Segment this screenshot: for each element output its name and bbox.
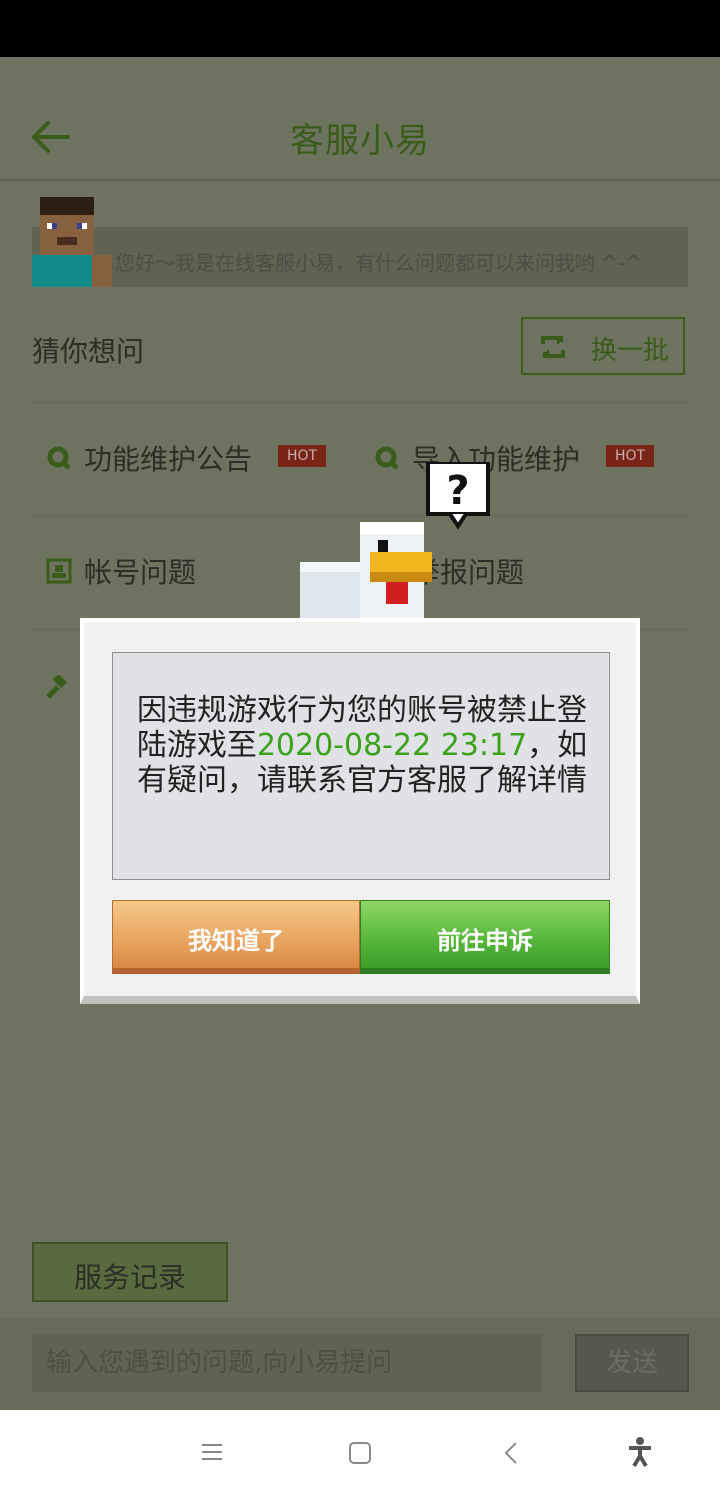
ban-dialog: 因违规游戏行为您的账号被禁止登陆游戏至2020-08-22 23:17，如有疑问…: [80, 618, 640, 1004]
service-record-label: 服务记录: [73, 1261, 186, 1294]
refresh-icon: [541, 335, 565, 359]
input-bar: 发送: [0, 1319, 720, 1410]
chicken-mascot: ?: [300, 462, 490, 632]
account-icon: [46, 558, 72, 584]
system-nav-bar: [0, 1410, 720, 1496]
ban-until-date: 2020-08-22 23:17: [256, 728, 528, 763]
service-record-button[interactable]: 服务记录: [32, 1242, 228, 1302]
question-input[interactable]: [32, 1334, 542, 1392]
back-icon[interactable]: [500, 1441, 524, 1465]
refresh-label: 换一批: [591, 336, 670, 366]
home-icon[interactable]: [348, 1441, 372, 1465]
send-button[interactable]: 发送: [575, 1334, 689, 1392]
faq-label: 帐号问题: [84, 556, 197, 589]
q-icon: [47, 446, 71, 470]
hot-badge: HOT: [606, 445, 654, 467]
ban-message: 因违规游戏行为您的账号被禁止登陆游戏至2020-08-22 23:17，如有疑问…: [133, 693, 591, 798]
appeal-label: 前往申诉: [437, 927, 533, 955]
menu-icon[interactable]: [200, 1442, 224, 1462]
status-bar: [0, 0, 720, 57]
greeting-text: 您好～我是在线客服小易，有什么问题都可以来问我哟 ^-^: [115, 251, 643, 275]
header: 客服小易: [0, 57, 720, 181]
steve-avatar: [32, 197, 112, 287]
appeal-button[interactable]: 前往申诉: [360, 900, 610, 974]
refresh-questions-button[interactable]: 换一批: [521, 317, 685, 375]
dismiss-label: 我知道了: [188, 927, 284, 955]
dismiss-button[interactable]: 我知道了: [112, 900, 360, 974]
accessibility-icon[interactable]: [626, 1436, 654, 1468]
faq-label: 功能维护公告: [84, 443, 253, 476]
page-title: 客服小易: [290, 121, 430, 161]
suggested-questions-title: 猜你想问: [32, 335, 145, 368]
hammer-icon: [46, 675, 68, 699]
svg-text:?: ?: [446, 468, 469, 514]
dialog-message-box: 因违规游戏行为您的账号被禁止登陆游戏至2020-08-22 23:17，如有疑问…: [112, 652, 610, 880]
